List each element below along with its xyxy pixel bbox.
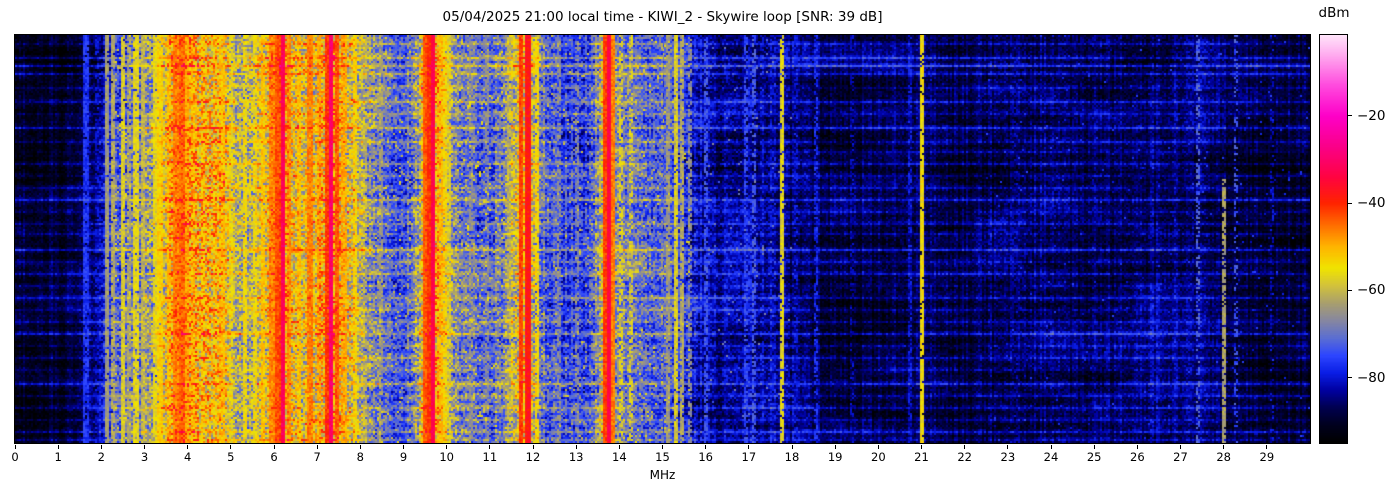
x-tick-mark [877, 445, 879, 449]
x-tick-mark [187, 445, 189, 449]
x-tick-mark [1007, 445, 1009, 449]
colorbar-tick-label: −40 [1357, 195, 1386, 211]
x-tick-label: 24 [1043, 450, 1059, 464]
x-tick-label: 9 [399, 450, 408, 464]
chart-title: 05/04/2025 21:00 local time - KIWI_2 - S… [442, 9, 883, 25]
x-tick-label: 1 [54, 450, 62, 464]
x-tick-label: 14 [612, 450, 627, 464]
x-tick-mark [273, 445, 275, 449]
x-tick-mark [230, 445, 232, 449]
x-tick-mark [921, 445, 922, 449]
colorbar-unit-label: dBm [1318, 5, 1350, 21]
x-tick-label: 18 [784, 450, 800, 464]
x-tick-label: 10 [439, 450, 454, 464]
x-tick-label: 4 [183, 450, 192, 464]
x-tick-mark [359, 445, 361, 449]
x-tick-label: 3 [140, 450, 149, 464]
x-tick-label: 0 [11, 450, 19, 464]
x-tick-mark [662, 445, 663, 449]
x-tick-mark [1050, 445, 1052, 449]
x-tick-mark [489, 445, 491, 449]
colorbar-tick-mark [1348, 289, 1352, 291]
x-tick-label: 25 [1086, 450, 1102, 464]
x-tick-mark [1223, 445, 1225, 449]
x-tick-label: 20 [871, 450, 886, 464]
x-tick-mark [1093, 445, 1095, 449]
colorbar-canvas [1320, 35, 1347, 443]
x-tick-label: 28 [1216, 450, 1231, 464]
colorbar-tick-mark [1348, 202, 1352, 204]
x-tick-label: 11 [482, 450, 498, 464]
x-tick-mark [791, 445, 793, 449]
x-tick-label: 23 [1000, 450, 1016, 464]
x-tick-label: 12 [525, 450, 541, 464]
x-tick-label: 13 [568, 450, 584, 464]
x-tick-label: 17 [741, 450, 757, 464]
x-tick-mark [575, 445, 577, 449]
x-tick-label: 16 [698, 450, 713, 464]
x-tick-mark [705, 445, 707, 449]
x-tick-label: 7 [313, 450, 321, 464]
x-tick-mark [14, 445, 16, 449]
spectrogram-canvas [15, 35, 1310, 443]
x-tick-label: 27 [1173, 450, 1188, 464]
colorbar-tick-mark [1348, 115, 1352, 117]
x-tick-mark [1180, 445, 1181, 449]
x-tick-label: 26 [1130, 450, 1145, 464]
x-tick-mark [532, 445, 534, 449]
x-tick-mark [57, 445, 59, 449]
x-tick-mark [100, 445, 102, 449]
x-tick-label: 21 [914, 450, 929, 464]
x-tick-label: 5 [227, 450, 235, 464]
colorbar-tick-label: −80 [1357, 369, 1386, 386]
x-tick-mark [834, 445, 836, 449]
x-tick-label: 8 [356, 450, 364, 464]
x-tick-mark [316, 445, 318, 449]
x-tick-mark [144, 445, 145, 449]
x-tick-mark [446, 445, 448, 449]
colorbar-tick-mark [1348, 377, 1352, 379]
x-tick-mark [1136, 445, 1138, 449]
waterfall-figure: 05/04/2025 21:00 local time - KIWI_2 - S… [0, 0, 1400, 500]
x-tick-label: 22 [957, 450, 972, 464]
x-tick-label: 2 [97, 450, 105, 464]
x-tick-mark [618, 445, 620, 449]
colorbar-tick-label: −60 [1357, 282, 1386, 299]
x-tick-mark [748, 445, 750, 449]
x-tick-mark [1266, 445, 1268, 449]
x-tick-label: 19 [827, 450, 843, 464]
x-tick-mark [403, 445, 404, 449]
x-tick-mark [964, 445, 966, 449]
x-tick-label: 29 [1259, 450, 1275, 464]
colorbar-tick-label: −20 [1357, 107, 1386, 124]
x-tick-label: 6 [270, 450, 278, 464]
x-tick-label: 15 [655, 450, 670, 464]
x-axis-label: MHz [649, 468, 676, 482]
